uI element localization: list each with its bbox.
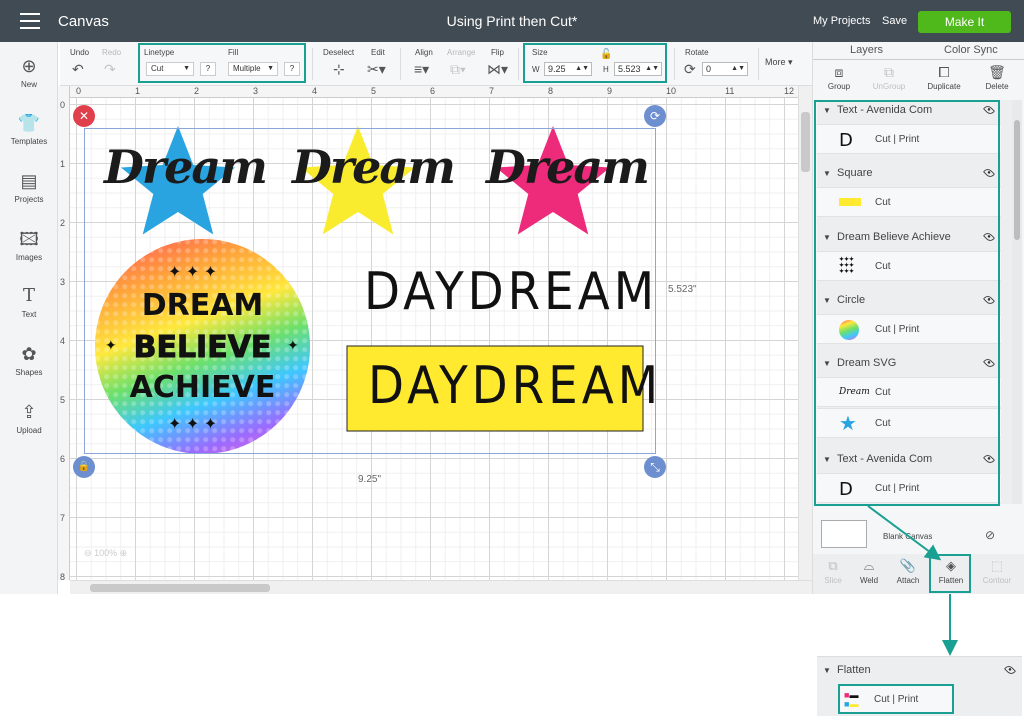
app-window: Canvas Using Print then Cut* My Projects… xyxy=(0,0,1024,721)
flatten-result-panel: ▼ Flatten ■▬ ■▬ Cut | Print xyxy=(817,656,1022,716)
flattened-thumb-icon: ■▬ ■▬ xyxy=(844,690,859,709)
arrow-to-flatten xyxy=(867,505,942,561)
layer-operation: Cut | Print xyxy=(874,694,919,705)
eye-icon[interactable] xyxy=(1003,663,1017,677)
flattened-layer-row[interactable]: ■▬ ■▬ Cut | Print xyxy=(838,684,954,714)
layer-group-name: Flatten xyxy=(837,664,871,676)
collapse-triangle-icon[interactable]: ▼ xyxy=(823,666,831,675)
callout-arrows xyxy=(867,505,958,656)
layer-group-header[interactable]: ▼ Flatten xyxy=(817,663,1022,681)
